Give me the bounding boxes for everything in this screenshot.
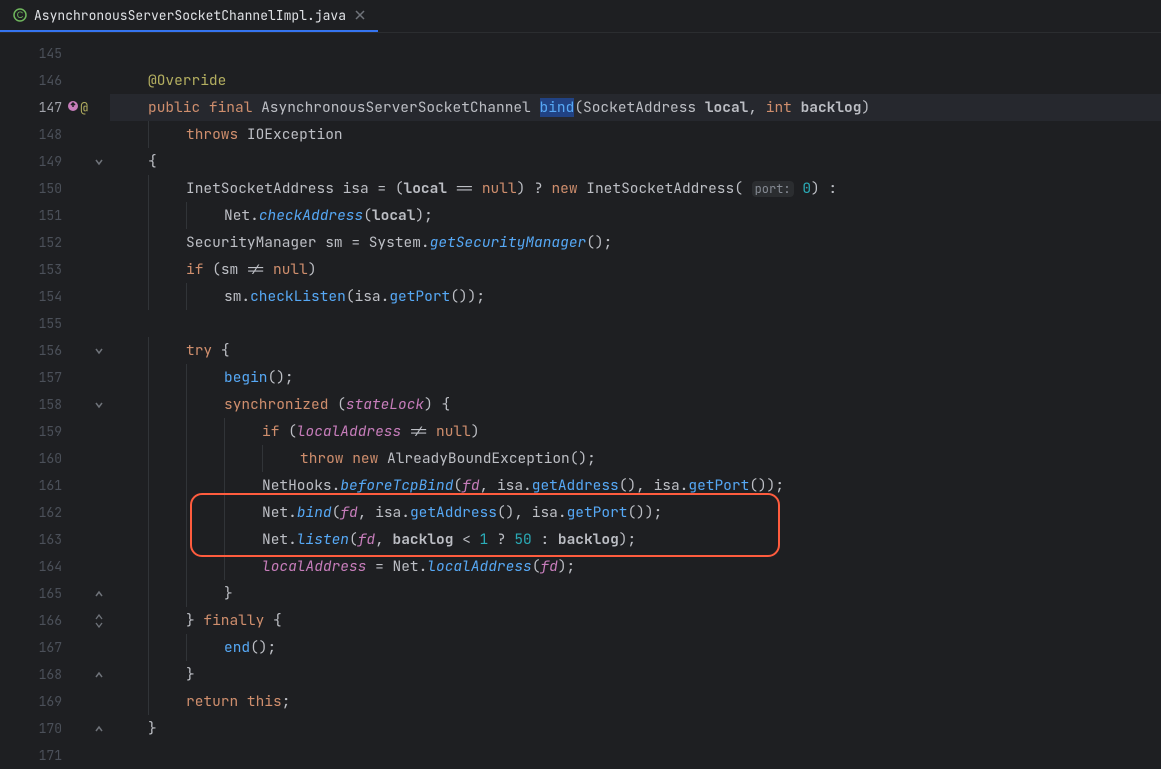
line-number[interactable]: 164 (0, 553, 90, 580)
fold-marker[interactable] (92, 398, 106, 412)
line-number[interactable]: 157 (0, 364, 90, 391)
java-class-icon: C (12, 7, 28, 23)
line-number[interactable]: 159 (0, 418, 90, 445)
code-line[interactable]: throw new AlreadyBoundException(); (110, 445, 1161, 472)
code-line[interactable]: try { (110, 337, 1161, 364)
line-number[interactable]: 170 (0, 715, 90, 742)
line-number[interactable]: 149 (0, 148, 90, 175)
code-line[interactable]: } (110, 661, 1161, 688)
code-line[interactable]: if (localAddress != null) (110, 418, 1161, 445)
code-line[interactable]: return this; (110, 688, 1161, 715)
line-number[interactable]: 152 (0, 229, 90, 256)
line-number[interactable]: 161 (0, 472, 90, 499)
annotation-icon[interactable]: @ (80, 99, 88, 116)
tab-filename: AsynchronousServerSocketChannelImpl.java (34, 7, 346, 24)
line-number[interactable]: 145 (0, 40, 90, 67)
code-line[interactable]: Net.checkAddress(local); (110, 202, 1161, 229)
code-line[interactable]: sm.checkListen(isa.getPort()); (110, 283, 1161, 310)
line-number[interactable]: 163 (0, 526, 90, 553)
fold-marker[interactable] (92, 155, 106, 169)
line-number[interactable]: 165 (0, 580, 90, 607)
line-gutter[interactable]: 145146147@148149150151152153154155156157… (0, 33, 90, 750)
code-area[interactable]: @Overridepublic final AsynchronousServer… (110, 33, 1161, 750)
code-line[interactable]: Net.bind(fd, isa.getAddress(), isa.getPo… (110, 499, 1161, 526)
fold-marker[interactable] (92, 587, 106, 601)
code-line[interactable]: Net.listen(fd, backlog < 1 ? 50 : backlo… (110, 526, 1161, 553)
gutter-icons[interactable]: @ (67, 99, 88, 116)
line-number[interactable]: 171 (0, 742, 90, 769)
code-line[interactable]: synchronized (stateLock) { (110, 391, 1161, 418)
line-number[interactable]: 151 (0, 202, 90, 229)
code-line[interactable]: public final AsynchronousServerSocketCha… (110, 94, 1161, 121)
code-line[interactable]: { (110, 148, 1161, 175)
line-number[interactable]: 146 (0, 67, 90, 94)
code-line[interactable]: if (sm != null) (110, 256, 1161, 283)
line-number[interactable]: 160 (0, 445, 90, 472)
code-line[interactable]: NetHooks.beforeTcpBind(fd, isa.getAddres… (110, 472, 1161, 499)
fold-marker[interactable] (92, 344, 106, 358)
line-number[interactable]: 156 (0, 337, 90, 364)
line-number[interactable]: 153 (0, 256, 90, 283)
line-number[interactable]: 167 (0, 634, 90, 661)
code-line[interactable] (110, 310, 1161, 337)
line-number[interactable]: 154 (0, 283, 90, 310)
fold-marker[interactable] (92, 668, 106, 682)
line-number[interactable]: 162 (0, 499, 90, 526)
fold-gutter[interactable] (90, 33, 110, 750)
line-number[interactable]: 168 (0, 661, 90, 688)
code-line[interactable]: begin(); (110, 364, 1161, 391)
code-line[interactable]: } (110, 580, 1161, 607)
line-number[interactable]: 148 (0, 121, 90, 148)
tab-bar: C AsynchronousServerSocketChannelImpl.ja… (0, 0, 1161, 33)
editor: 145146147@148149150151152153154155156157… (0, 33, 1161, 750)
code-line[interactable]: } finally { (110, 607, 1161, 634)
line-number[interactable]: 166 (0, 607, 90, 634)
line-number[interactable]: 155 (0, 310, 90, 337)
line-number[interactable]: 158 (0, 391, 90, 418)
code-line[interactable]: } (110, 715, 1161, 742)
code-line[interactable]: @Override (110, 67, 1161, 94)
close-icon[interactable] (352, 7, 368, 23)
svg-text:C: C (17, 10, 24, 20)
code-line[interactable]: SecurityManager sm = System.getSecurityM… (110, 229, 1161, 256)
override-method-icon[interactable] (67, 99, 79, 116)
code-line[interactable] (110, 742, 1161, 769)
code-line[interactable]: end(); (110, 634, 1161, 661)
code-line[interactable] (110, 40, 1161, 67)
line-number[interactable]: 169 (0, 688, 90, 715)
line-number[interactable]: 150 (0, 175, 90, 202)
fold-marker[interactable] (92, 614, 106, 628)
code-line[interactable]: InetSocketAddress isa = (local == null) … (110, 175, 1161, 202)
line-number[interactable]: 147@ (0, 94, 90, 121)
editor-tab[interactable]: C AsynchronousServerSocketChannelImpl.ja… (0, 0, 378, 32)
code-line[interactable]: localAddress = Net.localAddress(fd); (110, 553, 1161, 580)
fold-marker[interactable] (92, 722, 106, 736)
code-line[interactable]: throws IOException (110, 121, 1161, 148)
